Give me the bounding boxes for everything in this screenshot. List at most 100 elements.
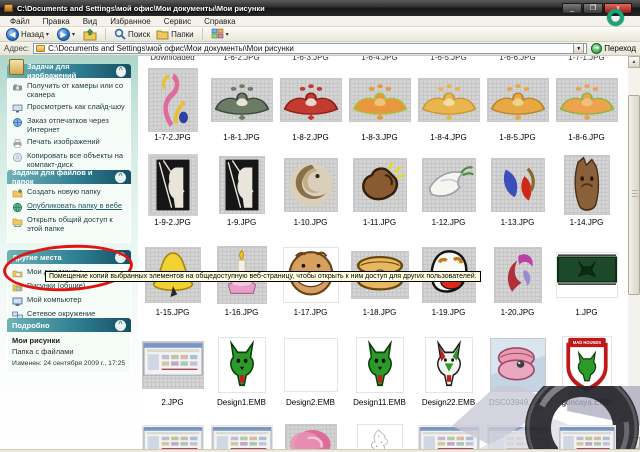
- back-dropdown-icon[interactable]: ▾: [46, 31, 49, 38]
- file-thumbnail[interactable]: 1-10.JPG: [276, 152, 345, 228]
- file-thumbnail[interactable]: 1-12.JPG: [414, 152, 483, 228]
- clipped-file-label[interactable]: 1-6-3.JPG: [276, 56, 345, 63]
- file-label[interactable]: Design22.EMB: [422, 398, 475, 408]
- file-thumbnail[interactable]: 1-8-5.JPG: [483, 67, 552, 143]
- scroll-up-icon[interactable]: ▲: [628, 56, 640, 68]
- file-thumbnail[interactable]: 1-9-2.JPG: [138, 152, 207, 228]
- menu-item-help[interactable]: Справка: [198, 17, 241, 26]
- address-dropdown-icon[interactable]: ▼: [573, 43, 585, 54]
- file-label[interactable]: 1-8-2.JPG: [292, 133, 328, 143]
- file-thumbnail[interactable]: 2.JPG: [138, 332, 207, 408]
- file-thumbnail[interactable]: Безымянный.JPG: [276, 423, 345, 449]
- menu-item-view[interactable]: Вид: [77, 17, 103, 26]
- forward-dropdown-icon[interactable]: ▾: [72, 31, 75, 38]
- scrollbar-thumb[interactable]: [628, 95, 640, 295]
- file-label[interactable]: Design11.EMB: [353, 398, 406, 408]
- menu-item-favorites[interactable]: Избранное: [104, 17, 157, 26]
- back-button[interactable]: ◀ Назад ▾: [4, 27, 53, 41]
- file-label[interactable]: 1-19.JPG: [432, 308, 466, 318]
- file-thumbnail[interactable]: 1-8-2.JPG: [276, 67, 345, 143]
- chevron-up-icon[interactable]: ^: [115, 251, 126, 263]
- file-label[interactable]: 1-8-5.JPG: [499, 133, 535, 143]
- file-thumbnail[interactable]: 1-8-3.JPG: [345, 67, 414, 143]
- file-thumbnail[interactable]: 1-8-4.JPG: [414, 67, 483, 143]
- task-cd[interactable]: Копировать все объекты на компакт-диск: [12, 151, 127, 169]
- folders-button[interactable]: Папки: [154, 29, 196, 40]
- file-label[interactable]: 1-11.JPG: [363, 218, 396, 228]
- file-label[interactable]: 1-18.JPG: [363, 308, 397, 318]
- file-label[interactable]: 1-14.JPG: [570, 218, 604, 228]
- clipped-file-label[interactable]: 1-6-5.JPG: [414, 56, 483, 63]
- file-thumbnail[interactable]: 1-8-6.JPG: [552, 67, 621, 143]
- clipped-file-label[interactable]: 1-6-2.JPG: [207, 56, 276, 63]
- task-web[interactable]: Опубликовать папку в вебе: [12, 201, 127, 213]
- file-label[interactable]: 1-16.JPG: [225, 308, 259, 318]
- file-thumbnail[interactable]: 1-13.JPG: [483, 152, 552, 228]
- chevron-up-icon[interactable]: ^: [115, 171, 126, 183]
- file-thumbnail[interactable]: новый-1.cpt: [345, 423, 414, 449]
- file-label[interactable]: Design1.EMB: [217, 398, 266, 408]
- file-thumbnail[interactable]: 1-8-1.JPG: [207, 67, 276, 143]
- file-label[interactable]: 1-13.JPG: [501, 218, 535, 228]
- chevron-up-icon[interactable]: ^: [115, 319, 126, 331]
- task-camera[interactable]: Получить от камеры или со сканера: [12, 81, 127, 99]
- file-label[interactable]: 1-17.JPG: [294, 308, 328, 318]
- file-label[interactable]: goncaya.EMB: [562, 398, 612, 408]
- chevron-up-icon[interactable]: ^: [115, 65, 126, 77]
- file-thumbnail[interactable]: 10.JPG: [483, 423, 552, 449]
- task-prints[interactable]: Заказ отпечатков через Интернет: [12, 116, 127, 134]
- file-label[interactable]: 1-7-2.JPG: [154, 133, 190, 143]
- file-thumbnail[interactable]: 1-9.JPG: [207, 152, 276, 228]
- file-label[interactable]: 1-9.JPG: [227, 218, 256, 228]
- go-button[interactable]: ➔ Переход: [591, 43, 636, 54]
- panel-header-details[interactable]: Подробно ^: [7, 318, 131, 332]
- views-dropdown-icon[interactable]: ▾: [226, 31, 229, 38]
- file-thumbnail[interactable]: DSC03949.JPG: [483, 332, 552, 408]
- panel-header-other-places[interactable]: Другие места ^: [7, 250, 131, 264]
- panel-header-file-tasks[interactable]: Задачи для файлов и папок ^: [7, 168, 131, 186]
- task-pics[interactable]: Рисунки (общие): [12, 281, 127, 292]
- up-button[interactable]: [81, 28, 99, 41]
- file-thumbnail[interactable]: 1-20.JPG: [483, 242, 552, 318]
- file-thumbnail[interactable]: MAD HOUNDS goncaya.EMB: [552, 332, 621, 408]
- task-computer[interactable]: Мой компьютер: [12, 295, 127, 306]
- file-thumbnail[interactable]: Безымянный.bmp: [207, 423, 276, 449]
- file-thumbnail[interactable]: 1.JPG: [552, 242, 621, 318]
- file-label[interactable]: 1-10.JPG: [294, 218, 328, 228]
- file-thumbnail[interactable]: Design2.EMB: [276, 332, 345, 408]
- file-thumbnail[interactable]: Design1.EMB: [207, 332, 276, 408]
- clipped-file-label[interactable]: 1-7-1.JPG: [552, 56, 621, 63]
- file-label[interactable]: 1-8-4.JPG: [430, 133, 466, 143]
- panel-header-picture-tasks[interactable]: Задачи для изображений ^: [7, 59, 131, 80]
- minimize-button[interactable]: _: [562, 2, 582, 14]
- task-slideshow[interactable]: Просмотреть как слайд-шоу: [12, 102, 127, 113]
- file-thumbnail[interactable]: Design11.EMB: [345, 332, 414, 408]
- file-label[interactable]: 1-20.JPG: [501, 308, 535, 318]
- file-label[interactable]: Design2.EMB: [286, 398, 335, 408]
- clipped-file-label[interactable]: 1-6-4.JPG: [345, 56, 414, 63]
- task-printer[interactable]: Печать изображений: [12, 137, 127, 148]
- task-newfolder[interactable]: Создать новую папку: [12, 187, 127, 198]
- file-label[interactable]: DSC03949.JPG: [489, 398, 546, 408]
- search-button[interactable]: Поиск: [112, 28, 152, 40]
- forward-button[interactable]: ▶ ▾: [55, 27, 79, 41]
- menu-item-tools[interactable]: Сервис: [158, 17, 197, 26]
- file-thumbnail[interactable]: 1-11.JPG: [345, 152, 414, 228]
- clipped-file-label[interactable]: Downloaded Albums: [138, 56, 207, 63]
- file-label[interactable]: 1-15.JPG: [156, 308, 190, 318]
- file-thumbnail[interactable]: Безымянный2.bmp: [138, 423, 207, 449]
- file-thumbnail[interactable]: 9.JPG: [414, 423, 483, 449]
- file-label[interactable]: 1-8-1.JPG: [223, 133, 259, 143]
- file-label[interactable]: 2.JPG: [161, 398, 183, 408]
- file-label[interactable]: 1-9-2.JPG: [154, 218, 190, 228]
- file-thumbnail[interactable]: [552, 423, 621, 449]
- file-label[interactable]: 1-12.JPG: [432, 218, 466, 228]
- restore-button[interactable]: ❐: [583, 2, 603, 14]
- file-thumbnail[interactable]: 1-14.JPG: [552, 152, 621, 228]
- file-label[interactable]: 1.JPG: [575, 308, 597, 318]
- task-share[interactable]: Открыть общий доступ к этой папке: [12, 215, 127, 233]
- file-label[interactable]: 1-8-3.JPG: [361, 133, 397, 143]
- address-input[interactable]: C:\Documents and Settings\мой офис\Мои д…: [33, 43, 588, 54]
- file-thumbnail[interactable]: 1-7-2.JPG: [138, 67, 207, 143]
- file-label[interactable]: 1-8-6.JPG: [568, 133, 604, 143]
